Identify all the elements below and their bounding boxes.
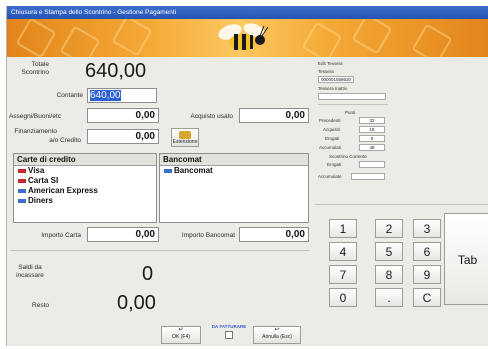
total-amount: 640,00 — [85, 60, 147, 82]
card-label: Tessera — [318, 69, 334, 74]
accumulated-value: 48 — [359, 144, 385, 151]
accumulate-label: Accumulate — [318, 174, 342, 179]
used-value — [359, 161, 385, 168]
divider — [11, 250, 309, 251]
honeycomb-decoration — [411, 23, 453, 57]
payment-window: Chiusura e Stampa dello Scontrino - Gest… — [6, 6, 488, 346]
accumulated-label: Accumulati — [319, 145, 342, 150]
credit-cards-header: Carte di credito — [14, 154, 156, 166]
used-label: Erogati — [327, 162, 342, 167]
honeycomb-decoration — [301, 21, 343, 57]
previous-label: Precedenti — [319, 118, 341, 123]
financing-label: Finanziamento — [14, 128, 57, 135]
honeycomb-decoration — [351, 19, 393, 55]
honeycomb-decoration — [59, 25, 101, 57]
keypad-4[interactable]: 4 — [329, 242, 357, 261]
ok-button[interactable]: ↵ OK (F4) — [161, 326, 201, 344]
assigned-input[interactable]: 0,00 — [87, 108, 159, 123]
earned-label: Acquisiti — [323, 127, 340, 132]
assigned-label: Assegni/Buoni/etc — [9, 113, 62, 120]
change-label: Resto — [32, 302, 49, 309]
previous-value: 32 — [359, 117, 385, 124]
accumulate-value — [351, 173, 385, 180]
keypad-clear[interactable]: C — [413, 288, 441, 307]
change-amount: 0,00 — [117, 292, 156, 314]
invoice-checkbox[interactable] — [225, 331, 233, 339]
tab-key[interactable]: Tab — [444, 213, 488, 305]
card-amount-input[interactable]: 0,00 — [87, 227, 159, 242]
flag-icon — [164, 169, 172, 173]
keypad-9[interactable]: 9 — [413, 265, 441, 284]
redeemed-value: 0 — [359, 135, 385, 142]
flag-icon — [18, 169, 26, 173]
used-purchase-input[interactable]: 0,00 — [239, 108, 309, 123]
credit-label: a/o Credito — [49, 137, 81, 144]
keypad-8[interactable]: 8 — [375, 265, 403, 284]
financing-input[interactable]: 0,00 — [87, 129, 159, 144]
keypad-7[interactable]: 7 — [329, 265, 357, 284]
divider — [315, 204, 488, 205]
list-item[interactable]: Diners — [14, 196, 156, 206]
credit-cards-list[interactable]: Carte di credito Visa Carta SI American … — [13, 153, 157, 223]
keypad-2[interactable]: 2 — [375, 219, 403, 238]
list-item[interactable]: American Express — [14, 186, 156, 196]
window-title: Chiusura e Stampa dello Scontrino - Gest… — [7, 6, 488, 19]
bancomat-amount-input[interactable]: 0,00 — [239, 227, 309, 242]
bancomat-list[interactable]: Bancomat Bancomat — [159, 153, 309, 223]
keypad-3[interactable]: 3 — [413, 219, 441, 238]
keypad-0[interactable]: 0 — [329, 288, 357, 307]
balance-due-label: Saldi da incassare — [16, 264, 44, 279]
keypad-5[interactable]: 5 — [375, 242, 403, 261]
cash-input[interactable]: 640,00 — [87, 88, 157, 103]
card-code: 000001558630 — [318, 76, 354, 83]
current-voucher-label: Scontrino Corrente — [329, 154, 367, 159]
list-item[interactable]: Visa — [14, 166, 156, 176]
invoice-toggle[interactable]: DA FATTURARE — [211, 324, 247, 344]
earned-value: 16 — [359, 126, 385, 133]
flag-icon — [18, 189, 26, 193]
points-label: Punti — [345, 110, 356, 115]
flag-icon — [18, 179, 26, 183]
financing-icon — [179, 131, 191, 139]
flag-icon — [18, 199, 26, 203]
financing-button[interactable]: Estensione — [171, 128, 199, 147]
bancomat-header: Bancomat — [160, 154, 308, 166]
bancomat-amount-label: Importo Bancomat — [181, 232, 235, 239]
card-holder-value — [318, 93, 386, 100]
header-banner — [7, 19, 488, 57]
balance-due-amount: 0 — [142, 263, 154, 285]
total-label: Totale Scontrino — [21, 61, 49, 76]
cash-label: Contante — [56, 92, 83, 99]
honeycomb-decoration — [15, 19, 57, 57]
keypad-6[interactable]: 6 — [413, 242, 441, 261]
redeemed-label: Erogati — [325, 136, 340, 141]
bee-logo-icon — [218, 23, 269, 50]
used-purchase-label: Acquisto usato — [190, 113, 233, 120]
list-item[interactable]: Carta SI — [14, 176, 156, 186]
cancel-button[interactable]: ↩ Annulla (Esc) — [253, 326, 301, 344]
honeycomb-decoration — [111, 19, 153, 57]
list-item[interactable]: Bancomat — [160, 166, 308, 176]
card-holder-label: Tessera Inattiv — [318, 86, 348, 91]
card-amount-label: Importo Carta — [41, 232, 81, 239]
keypad-1[interactable]: 1 — [329, 219, 357, 238]
keypad-decimal[interactable]: . — [375, 288, 403, 307]
divider — [318, 104, 388, 105]
receipt-info-label: Edit Tessera — [318, 61, 343, 66]
